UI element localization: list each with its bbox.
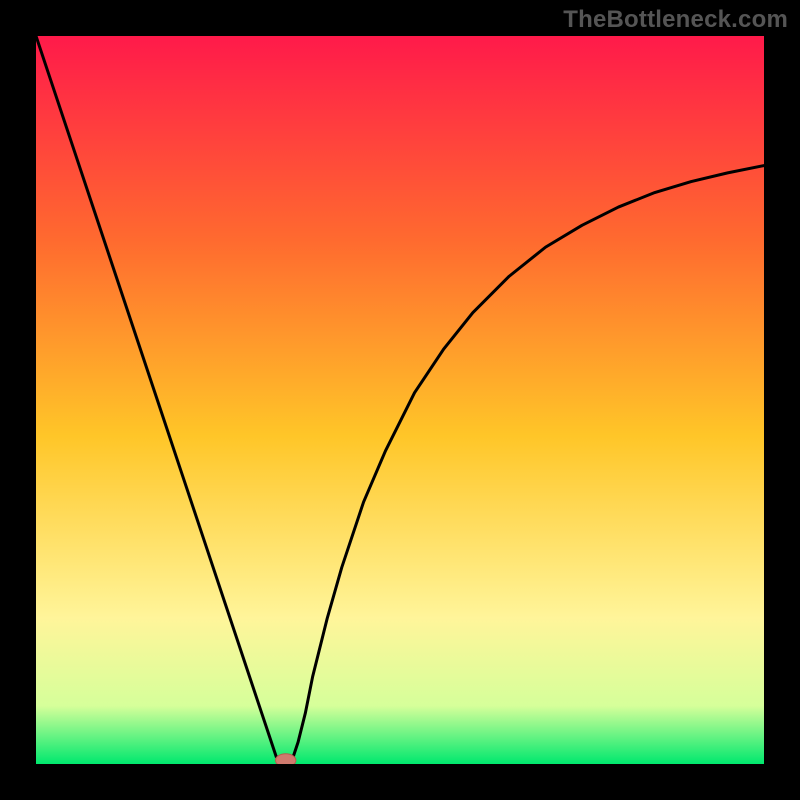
plot-area <box>36 36 764 764</box>
minimum-marker <box>276 754 296 764</box>
bottleneck-chart <box>36 36 764 764</box>
chart-frame: TheBottleneck.com <box>0 0 800 800</box>
watermark-text: TheBottleneck.com <box>563 6 788 34</box>
gradient-bg <box>36 36 764 764</box>
